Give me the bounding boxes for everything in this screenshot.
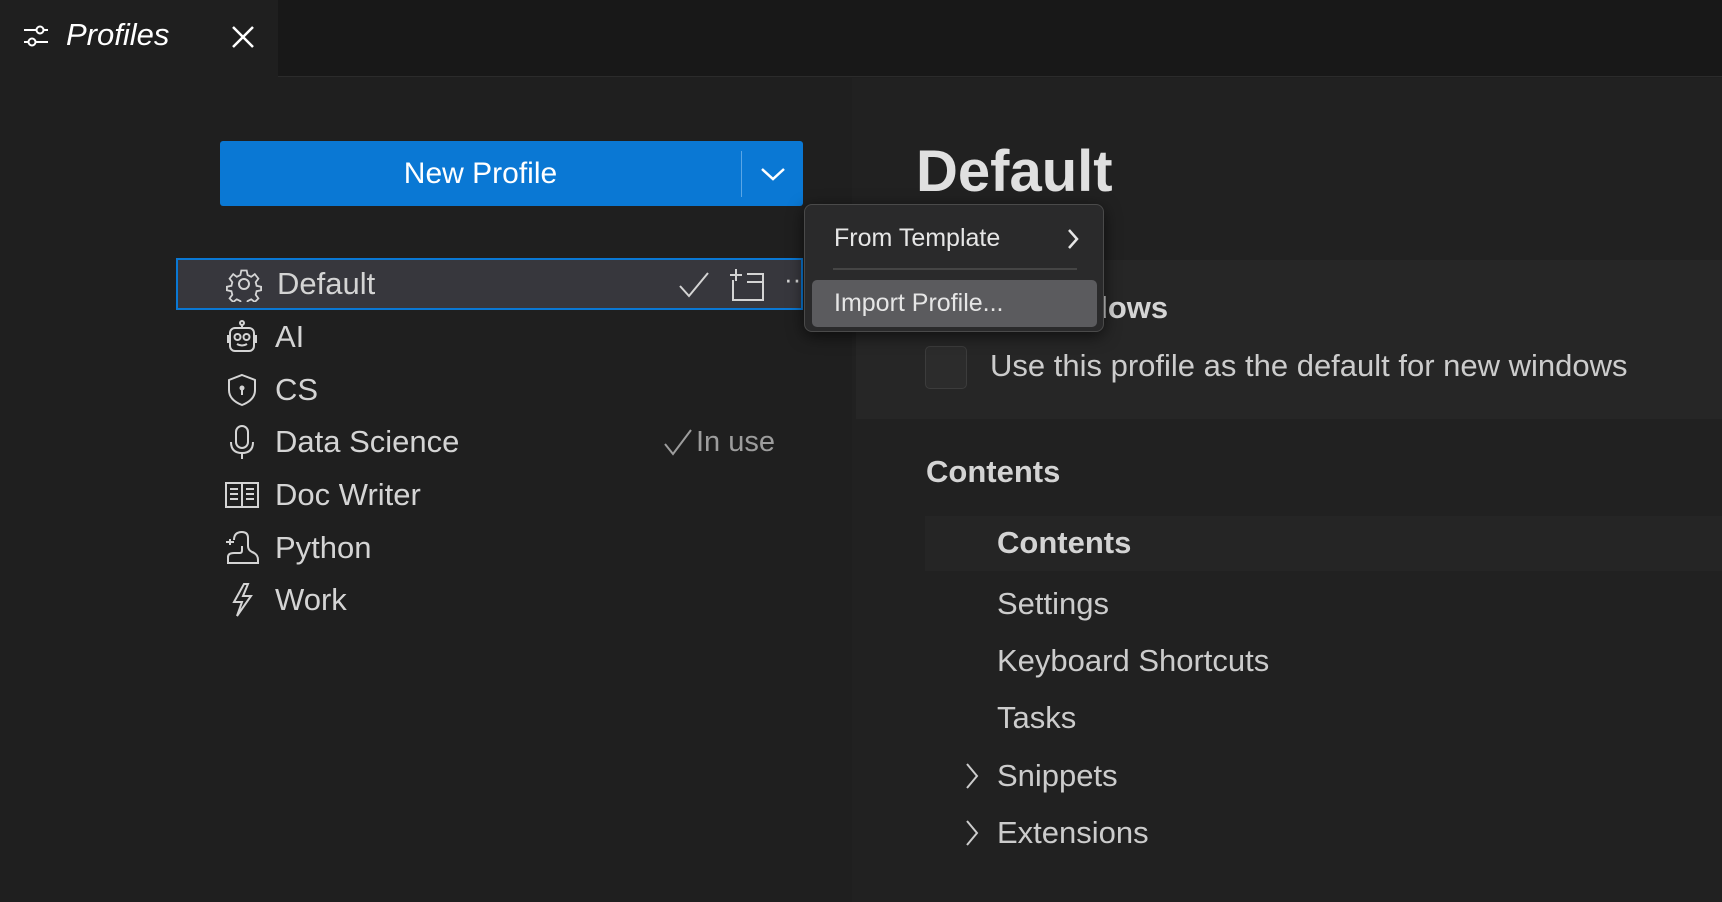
- chevron-right-icon[interactable]: [961, 761, 983, 791]
- robot-icon: [224, 319, 260, 355]
- profile-name: Doc Writer: [275, 477, 421, 513]
- profile-name: Python: [275, 530, 372, 566]
- microphone-icon: [224, 424, 260, 460]
- profile-name: Work: [275, 582, 347, 618]
- new-profile-dropdown-button[interactable]: [742, 141, 803, 206]
- in-use-badge: In use: [662, 426, 775, 459]
- default-for-new-windows-checkbox[interactable]: [925, 346, 967, 389]
- contents-heading: Contents: [926, 454, 1060, 490]
- profile-item-cs[interactable]: CS: [176, 364, 803, 416]
- profile-name: Data Science: [275, 424, 459, 460]
- book-icon: [224, 477, 260, 513]
- new-profile-dropdown-menu: From Template Import Profile...: [804, 204, 1104, 332]
- profile-name: CS: [275, 372, 318, 408]
- profile-name: AI: [275, 319, 304, 355]
- menu-item-from-template[interactable]: From Template: [812, 215, 1097, 262]
- default-for-new-windows-label: Use this profile as the default for new …: [990, 348, 1628, 384]
- menu-item-label: From Template: [834, 224, 1000, 253]
- chevron-down-icon: [760, 166, 786, 182]
- settings-sliders-icon: [22, 23, 50, 49]
- profile-item-default[interactable]: Default ··: [176, 258, 803, 310]
- more-actions-icon[interactable]: ··: [784, 264, 801, 295]
- new-profile-label: New Profile: [220, 157, 741, 191]
- contents-item-tasks[interactable]: Tasks: [997, 700, 1076, 736]
- contents-item-extensions[interactable]: Extensions: [997, 815, 1149, 851]
- contents-item-snippets[interactable]: Snippets: [997, 758, 1118, 794]
- tab-title: Profiles: [66, 17, 169, 53]
- profile-title: Default: [916, 138, 1113, 205]
- tab-profiles[interactable]: Profiles: [0, 0, 278, 78]
- profile-item-data-science[interactable]: Data Science In use: [176, 416, 803, 468]
- lightning-icon: [224, 582, 260, 618]
- snake-icon: [224, 530, 260, 566]
- checkmark-icon[interactable]: [677, 270, 711, 300]
- contents-item-settings[interactable]: Settings: [997, 586, 1109, 622]
- menu-item-label: Import Profile...: [834, 289, 1004, 318]
- profile-item-doc-writer[interactable]: Doc Writer: [176, 469, 803, 521]
- close-icon[interactable]: [226, 20, 260, 54]
- contents-item-keyboard-shortcuts[interactable]: Keyboard Shortcuts: [997, 643, 1269, 679]
- profile-name: Default: [277, 266, 375, 302]
- new-profile-button[interactable]: New Profile: [220, 141, 803, 206]
- in-use-label: In use: [696, 426, 775, 459]
- gear-icon: [226, 266, 262, 302]
- contents-column-header: Contents: [997, 525, 1131, 561]
- menu-item-import-profile[interactable]: Import Profile...: [812, 280, 1097, 327]
- chevron-right-icon: [1066, 227, 1080, 251]
- profile-item-work[interactable]: Work: [176, 574, 803, 626]
- profile-item-python[interactable]: Python: [176, 522, 803, 574]
- checkmark-icon: [662, 427, 694, 457]
- shield-icon: [224, 372, 260, 408]
- chevron-right-icon[interactable]: [961, 818, 983, 848]
- new-window-icon[interactable]: [729, 268, 765, 302]
- profile-item-ai[interactable]: AI: [176, 311, 803, 363]
- menu-separator: [833, 268, 1077, 270]
